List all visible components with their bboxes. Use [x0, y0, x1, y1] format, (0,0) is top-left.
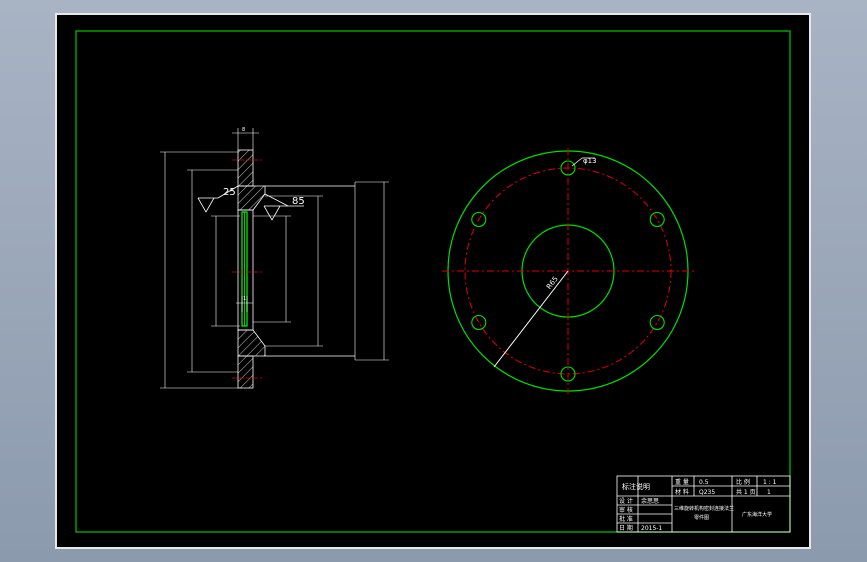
tb-date-label: 日 期: [619, 524, 633, 532]
tb-material-label: 材 料: [675, 488, 689, 496]
tb-title-note: 标注说明: [622, 482, 650, 491]
tb-weight-label: 重 量: [675, 478, 689, 486]
tb-part-name: 三维旋转机构密封连接法兰: [674, 505, 734, 512]
tb-school: 广东海洋大学: [742, 511, 772, 518]
tb-designer-label: 设 计: [619, 497, 633, 505]
weld-symbol-2-label: 85: [292, 196, 305, 207]
cad-drawing-canvas: 8 1 25 85 R65 φ13 标注说明 设 计 余思思 审 核 批 准 日…: [55, 13, 811, 549]
tb-weight-value: 0.5: [699, 479, 709, 486]
tb-designer-name: 余思思: [641, 497, 659, 505]
weld-symbol-1-label: 25: [223, 187, 236, 198]
tb-scale-label: 比 例: [736, 478, 750, 486]
dim-text-center: 1: [243, 296, 246, 302]
dim-text-top: 8: [242, 127, 245, 133]
tb-material-value: Q235: [699, 489, 715, 496]
tb-review-label: 审 核: [619, 506, 633, 514]
flange-rim-upper: [237, 149, 254, 187]
hole-callout: φ13: [583, 157, 597, 165]
tb-sheet-value: 1: [767, 489, 771, 496]
tb-part-subtitle: 零件图: [694, 514, 709, 521]
tb-approve-label: 批 准: [619, 515, 633, 523]
model-space-background: [55, 13, 811, 549]
tb-scale-value: 1 : 1: [763, 479, 777, 486]
flange-rim-lower: [237, 355, 254, 389]
tb-date-value: 2015-1: [641, 525, 662, 532]
tb-sheet-label: 共 1 页: [736, 488, 756, 496]
